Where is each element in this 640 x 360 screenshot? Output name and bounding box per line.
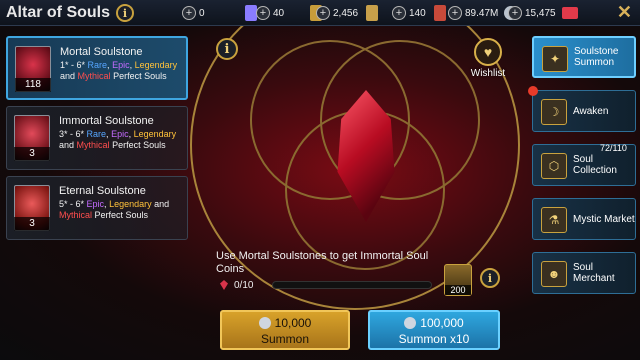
menu-soulstone-summon[interactable]: ✦ Soulstone Summon	[532, 36, 636, 78]
plus-icon[interactable]: +	[508, 6, 522, 20]
wishlist-label: Wishlist	[470, 68, 506, 79]
soulstone-card-eternal[interactable]: 3 Eternal Soulstone 5* - 6* Epic, Legend…	[6, 176, 188, 240]
menu-label: Soulstone Summon	[574, 46, 619, 68]
heart-shield-icon: ♥	[474, 38, 502, 66]
summon-label: Summon	[260, 332, 310, 346]
coin-count: 200	[445, 285, 471, 295]
plus-icon[interactable]: +	[448, 6, 462, 20]
soulstone-description: 5* - 6* Epic, Legendary and Mythical Per…	[59, 199, 170, 220]
soulstone-icon	[220, 280, 228, 290]
plus-icon[interactable]: +	[316, 6, 330, 20]
resource-value: 89.47M	[465, 7, 499, 19]
plus-icon[interactable]: +	[256, 6, 270, 20]
collection-count-badge: 72/110	[600, 143, 627, 153]
info-icon[interactable]: i	[116, 4, 134, 22]
resource-counter-1[interactable]: + 0	[182, 5, 257, 21]
soulstone-name: Mortal Soulstone	[60, 46, 143, 58]
plus-icon[interactable]: +	[182, 6, 196, 20]
resource-value: 40	[273, 7, 285, 19]
summon-x10-button[interactable]: 100,000 Summon x10	[368, 310, 500, 350]
info-icon[interactable]: i	[216, 38, 238, 60]
plus-icon[interactable]: +	[392, 6, 406, 20]
menu-label: Mystic Market	[573, 213, 635, 225]
soulstone-card-mortal[interactable]: 118 Mortal Soulstone 1* - 6* Rare, Epic,…	[6, 36, 188, 100]
menu-awaken[interactable]: ☽ Awaken	[532, 90, 636, 132]
menu-soul-merchant[interactable]: ☻ Soul Merchant	[532, 252, 636, 294]
top-bar: Altar of Souls i + 0 + 40 + 2,456 + 140 …	[0, 0, 640, 26]
summon-cost: 10,000	[222, 316, 348, 330]
resource-counter-4[interactable]: + 140	[392, 5, 446, 21]
arena-icon	[366, 5, 379, 21]
menu-label: Awaken	[573, 105, 609, 117]
merchant-icon: ☻	[541, 261, 567, 287]
info-icon[interactable]: i	[480, 268, 500, 288]
summon-button[interactable]: 10,000 Summon	[220, 310, 350, 350]
immortal-soul-coin[interactable]: 200	[444, 264, 472, 296]
resource-value: 15,475	[525, 7, 556, 19]
summon-x10-cost: 100,000	[370, 316, 498, 330]
gem-icon	[561, 7, 578, 19]
soulstone-name: Eternal Soulstone	[59, 185, 146, 197]
soulstone-count: 118	[15, 78, 51, 92]
soul-coin-progress: 0/10	[220, 278, 440, 292]
resource-value: 140	[409, 7, 426, 19]
soulstone-card-immortal[interactable]: 3 Immortal Soulstone 3* - 6* Rare, Epic,…	[6, 106, 188, 170]
awaken-icon: ☽	[541, 99, 567, 125]
silver-icon	[258, 317, 271, 329]
summon-x10-label: Summon x10	[398, 332, 470, 346]
summon-icon: ✦	[542, 46, 568, 72]
market-icon: ⚗	[541, 207, 567, 233]
menu-label: Soul Merchant	[573, 262, 615, 284]
shard-icon	[244, 5, 257, 21]
silver-icon	[404, 317, 417, 329]
energy-icon	[433, 5, 446, 21]
altar-of-souls-screen: Altar of Souls i + 0 + 40 + 2,456 + 140 …	[0, 0, 640, 360]
collection-icon: ⬡	[541, 153, 567, 179]
close-icon[interactable]: ✕	[617, 2, 632, 23]
resource-value: 2,456	[333, 7, 359, 19]
resource-counter-3[interactable]: + 2,456	[316, 5, 379, 21]
soulstone-name: Immortal Soulstone	[59, 115, 154, 127]
soulstone-count: 3	[14, 147, 50, 161]
soul-coin-hint: Use Mortal Soulstones to get Immortal So…	[216, 250, 429, 275]
progress-text: 0/10	[234, 279, 254, 291]
resource-counter-6[interactable]: + 15,475	[508, 5, 578, 21]
page-title: Altar of Souls	[6, 4, 111, 21]
resource-counter-2[interactable]: + 40	[256, 5, 323, 21]
soulstone-count: 3	[14, 217, 50, 231]
progress-bar	[272, 281, 432, 289]
menu-mystic-market[interactable]: ⚗ Mystic Market	[532, 198, 636, 240]
resource-value: 0	[199, 7, 205, 19]
notification-dot	[528, 86, 538, 96]
wishlist-button[interactable]: ♥ Wishlist	[468, 38, 508, 82]
soulstone-description: 1* - 6* Rare, Epic, Legendary and Mythic…	[60, 60, 178, 81]
soulstone-description: 3* - 6* Rare, Epic, Legendary and Mythic…	[59, 129, 177, 150]
